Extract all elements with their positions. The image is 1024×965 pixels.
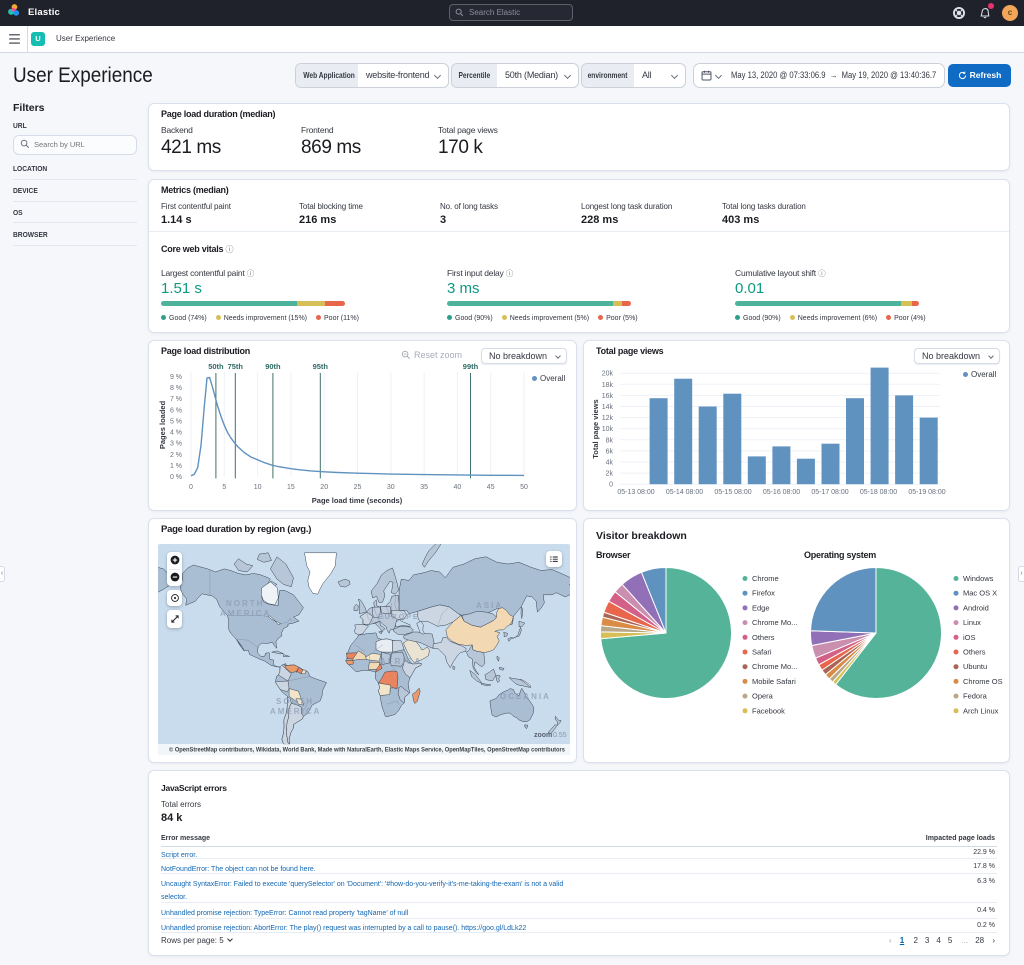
svg-text:Page load time (seconds): Page load time (seconds) (312, 496, 403, 505)
svg-text:14k: 14k (602, 404, 614, 411)
svg-text:8k: 8k (606, 437, 614, 444)
svg-text:05-15 08:00: 05-15 08:00 (714, 489, 751, 496)
svg-text:2k: 2k (606, 471, 614, 478)
svg-text:05-14 08:00: 05-14 08:00 (666, 489, 703, 496)
svg-text:Facebook: Facebook (752, 706, 785, 715)
svg-text:05-19 08:00: 05-19 08:00 (908, 489, 945, 496)
svg-text:EUROPE: EUROPE (378, 614, 420, 621)
svg-text:AMERICA: AMERICA (270, 707, 321, 716)
svg-text:ASIA: ASIA (476, 601, 503, 610)
svg-text:Windows: Windows (963, 574, 994, 583)
svg-text:30: 30 (387, 484, 395, 491)
svg-text:16k: 16k (602, 393, 614, 400)
svg-text:Mobile Safari: Mobile Safari (752, 677, 796, 686)
svg-text:0: 0 (189, 484, 193, 491)
svg-text:50th: 50th (208, 362, 224, 371)
svg-text:Chrome Mo...: Chrome Mo... (752, 618, 797, 627)
svg-text:9 %: 9 % (170, 374, 182, 381)
svg-text:05-13 08:00: 05-13 08:00 (617, 489, 654, 496)
svg-text:25: 25 (354, 484, 362, 491)
svg-text:Opera: Opera (752, 692, 774, 701)
svg-text:Chrome OS: Chrome OS (963, 677, 1003, 686)
svg-text:1 %: 1 % (170, 463, 182, 470)
svg-text:4k: 4k (606, 460, 614, 467)
svg-text:NORTH: NORTH (226, 599, 264, 608)
svg-text:75th: 75th (228, 362, 244, 371)
svg-text:8 %: 8 % (170, 385, 182, 392)
svg-text:45: 45 (487, 484, 495, 491)
svg-text:Fedora: Fedora (963, 692, 988, 701)
svg-text:6k: 6k (606, 448, 614, 455)
svg-text:4 %: 4 % (170, 430, 182, 437)
svg-text:Others: Others (752, 633, 775, 642)
svg-text:0.55: 0.55 (553, 732, 567, 739)
svg-text:5: 5 (222, 484, 226, 491)
svg-text:0: 0 (609, 482, 613, 489)
svg-text:SOUTH: SOUTH (276, 697, 314, 706)
svg-text:0 %: 0 % (170, 474, 182, 481)
svg-text:15: 15 (287, 484, 295, 491)
svg-text:Linux: Linux (963, 618, 981, 627)
svg-text:10: 10 (254, 484, 262, 491)
svg-text:05-17 08:00: 05-17 08:00 (811, 489, 848, 496)
svg-text:2 %: 2 % (170, 452, 182, 459)
svg-text:40: 40 (454, 484, 462, 491)
svg-text:12k: 12k (602, 415, 614, 422)
svg-text:05-18 08:00: 05-18 08:00 (860, 489, 897, 496)
svg-text:20: 20 (320, 484, 328, 491)
svg-text:99th: 99th (463, 362, 479, 371)
svg-text:18k: 18k (602, 382, 614, 389)
svg-text:50: 50 (520, 484, 528, 491)
svg-text:Edge: Edge (752, 603, 770, 612)
svg-text:AMERICA: AMERICA (220, 609, 271, 618)
svg-text:6 %: 6 % (170, 407, 182, 414)
svg-text:Chrome: Chrome (752, 574, 779, 583)
svg-text:OCEANIA: OCEANIA (500, 692, 551, 701)
svg-text:Safari: Safari (752, 648, 772, 657)
svg-text:AFRICA: AFRICA (380, 657, 422, 666)
svg-text:zoom: zoom (534, 732, 552, 739)
svg-text:Ubuntu: Ubuntu (963, 662, 987, 671)
svg-text:5 %: 5 % (170, 418, 182, 425)
svg-text:© OpenStreetMap contributors,: © OpenStreetMap contributors, Wikidata, … (169, 746, 565, 754)
svg-text:Others: Others (963, 648, 986, 657)
svg-text:05-16 08:00: 05-16 08:00 (763, 489, 800, 496)
svg-text:3 %: 3 % (170, 441, 182, 448)
svg-text:Pages loaded: Pages loaded (158, 400, 167, 449)
svg-text:95th: 95th (313, 362, 329, 371)
svg-text:Total page views: Total page views (591, 399, 600, 458)
svg-text:Arch Linux: Arch Linux (963, 706, 999, 715)
svg-text:20k: 20k (602, 371, 614, 378)
svg-text:iOS: iOS (963, 633, 976, 642)
svg-text:7 %: 7 % (170, 396, 182, 403)
svg-text:Firefox: Firefox (752, 589, 775, 598)
svg-text:Chrome Mo...: Chrome Mo... (752, 662, 797, 671)
svg-text:Android: Android (963, 603, 989, 612)
svg-text:Mac OS X: Mac OS X (963, 589, 997, 598)
svg-text:35: 35 (420, 484, 428, 491)
svg-text:10k: 10k (602, 426, 614, 433)
svg-text:90th: 90th (265, 362, 281, 371)
